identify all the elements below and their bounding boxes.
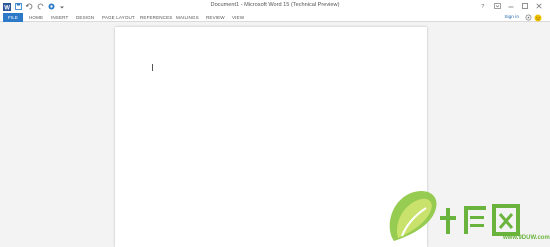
tab-mailings[interactable]: MAILINGS: [176, 13, 199, 22]
tab-design[interactable]: DESIGN: [76, 13, 94, 22]
ribbon-right-icons: [522, 13, 542, 22]
watermark-url: www.9DUW.com: [503, 235, 550, 241]
document-page[interactable]: [115, 27, 427, 247]
tab-home[interactable]: HOME: [29, 13, 43, 22]
title-bar: W Document1 - Microsoft Word 15 (Technic…: [0, 0, 550, 12]
sign-in-link[interactable]: Sign in: [504, 13, 519, 22]
window-controls: ?: [476, 1, 546, 10]
sync-icon[interactable]: [524, 14, 532, 22]
help-icon[interactable]: ?: [476, 1, 490, 10]
smiley-feedback-icon[interactable]: [534, 14, 542, 22]
ribbon-display-options-icon[interactable]: [490, 1, 504, 10]
minimize-icon[interactable]: [504, 1, 518, 10]
tab-review[interactable]: REVIEW: [206, 13, 225, 22]
tab-references[interactable]: REFERENCES: [140, 13, 172, 22]
ribbon-tab-bar: FILE HOME INSERT DESIGN PAGE LAYOUT REFE…: [0, 12, 550, 22]
tab-view[interactable]: VIEW: [232, 13, 244, 22]
tab-insert[interactable]: INSERT: [51, 13, 68, 22]
tab-page-layout[interactable]: PAGE LAYOUT: [102, 13, 135, 22]
close-icon[interactable]: [532, 1, 546, 10]
document-title: Document1 - Microsoft Word 15 (Technical…: [210, 2, 340, 8]
maximize-icon[interactable]: [518, 1, 532, 10]
text-cursor: [152, 64, 153, 71]
tab-file[interactable]: FILE: [3, 13, 23, 22]
svg-text:?: ?: [481, 4, 484, 9]
